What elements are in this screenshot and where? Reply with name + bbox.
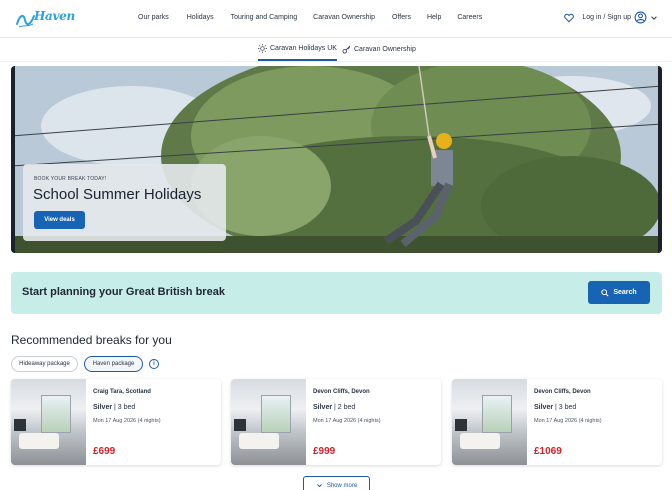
hero-banner: BOOK YOUR BREAK TODAY! School Summer Hol… [11,66,662,253]
card-grade: Silver | 2 bed [313,404,356,411]
card-grade: Silver | 3 bed [534,404,577,411]
hero-eyebrow: BOOK YOUR BREAK TODAY! [34,176,107,182]
tab-caravan-holidays-uk[interactable]: Caravan Holidays UK [258,38,337,61]
card-beds: 3 bed [558,404,577,411]
card-grade-level: Silver [534,404,554,411]
tab-label: Caravan Holidays UK [270,45,337,52]
card-beds: 3 bed [117,404,136,411]
tab-caravan-ownership[interactable]: Caravan Ownership [342,38,416,61]
break-card[interactable]: Craig Tara, Scotland Silver | 3 bed Mon … [11,379,221,465]
card-grade: Silver | 3 bed [93,404,136,411]
card-price: £699 [93,446,116,457]
show-more-button[interactable]: Show more [303,476,370,490]
sofa-shape [19,433,59,449]
hero-title: School Summer Holidays [33,186,202,203]
view-deals-button[interactable]: View deals [34,211,85,229]
chip-hideaway-package[interactable]: Hideaway package [11,356,78,372]
hero-promo-card: BOOK YOUR BREAK TODAY! School Summer Hol… [23,164,226,241]
haven-logo[interactable]: Haven [15,8,75,30]
card-location: Devon Cliffs, Devon [534,389,591,395]
logo-text: Haven [34,9,75,23]
break-card[interactable]: Devon Cliffs, Devon Silver | 2 bed Mon 1… [231,379,441,465]
search-button[interactable]: Search [588,281,650,304]
nav-touring-camping[interactable]: Touring and Camping [231,14,298,21]
search-button-label: Search [613,289,637,296]
window-shape [261,395,291,433]
card-beds: 2 bed [337,404,356,411]
card-location: Devon Cliffs, Devon [313,389,370,395]
caravan-interior-photo [452,379,527,465]
caravan-interior-photo [231,379,306,465]
card-date: Mon 17 Aug 2026 (4 nights) [534,418,602,424]
main-nav: Our parks Holidays Touring and Camping C… [138,14,482,21]
card-grade-level: Silver [313,404,333,411]
sofa-shape [239,433,279,449]
user-icon[interactable] [634,11,647,24]
chevron-down-icon[interactable] [650,14,658,22]
heart-icon[interactable] [564,13,575,23]
show-more-label: Show more [326,482,358,489]
card-location: Craig Tara, Scotland [93,389,151,395]
chip-haven-package[interactable]: Haven package [84,356,143,372]
search-icon [601,288,609,297]
recommended-title: Recommended breaks for you [11,333,172,347]
login-signup-link[interactable]: Log in / Sign up [582,14,631,21]
tv-shape [455,419,467,431]
break-card[interactable]: Devon Cliffs, Devon Silver | 3 bed Mon 1… [452,379,662,465]
site-header: Haven Our parks Holidays Touring and Cam… [0,0,672,38]
window-shape [482,395,512,433]
tv-shape [14,419,26,431]
nav-help[interactable]: Help [427,14,441,21]
nav-offers[interactable]: Offers [392,14,411,21]
planning-bar: Start planning your Great British break … [11,272,662,314]
sun-icon [258,44,267,53]
card-price: £1069 [534,446,562,457]
sub-navigation: Caravan Holidays UK Caravan Ownership [0,38,672,62]
info-icon[interactable]: i [149,359,159,369]
card-price: £999 [313,446,336,457]
nav-our-parks[interactable]: Our parks [138,14,169,21]
chevron-down-icon [316,484,322,488]
nav-caravan-ownership[interactable]: Caravan Ownership [313,14,375,21]
nav-careers[interactable]: Careers [457,14,482,21]
sofa-shape [460,433,500,449]
tv-shape [234,419,246,431]
card-date: Mon 17 Aug 2026 (4 nights) [313,418,381,424]
card-grade-level: Silver [93,404,113,411]
caravan-interior-photo [11,379,86,465]
nav-holidays[interactable]: Holidays [187,14,214,21]
header-actions: Log in / Sign up [564,11,658,24]
planning-title: Start planning your Great British break [22,286,225,298]
tab-label: Caravan Ownership [354,46,416,53]
card-date: Mon 17 Aug 2026 (4 nights) [93,418,161,424]
window-shape [41,395,71,433]
key-icon [342,45,351,54]
